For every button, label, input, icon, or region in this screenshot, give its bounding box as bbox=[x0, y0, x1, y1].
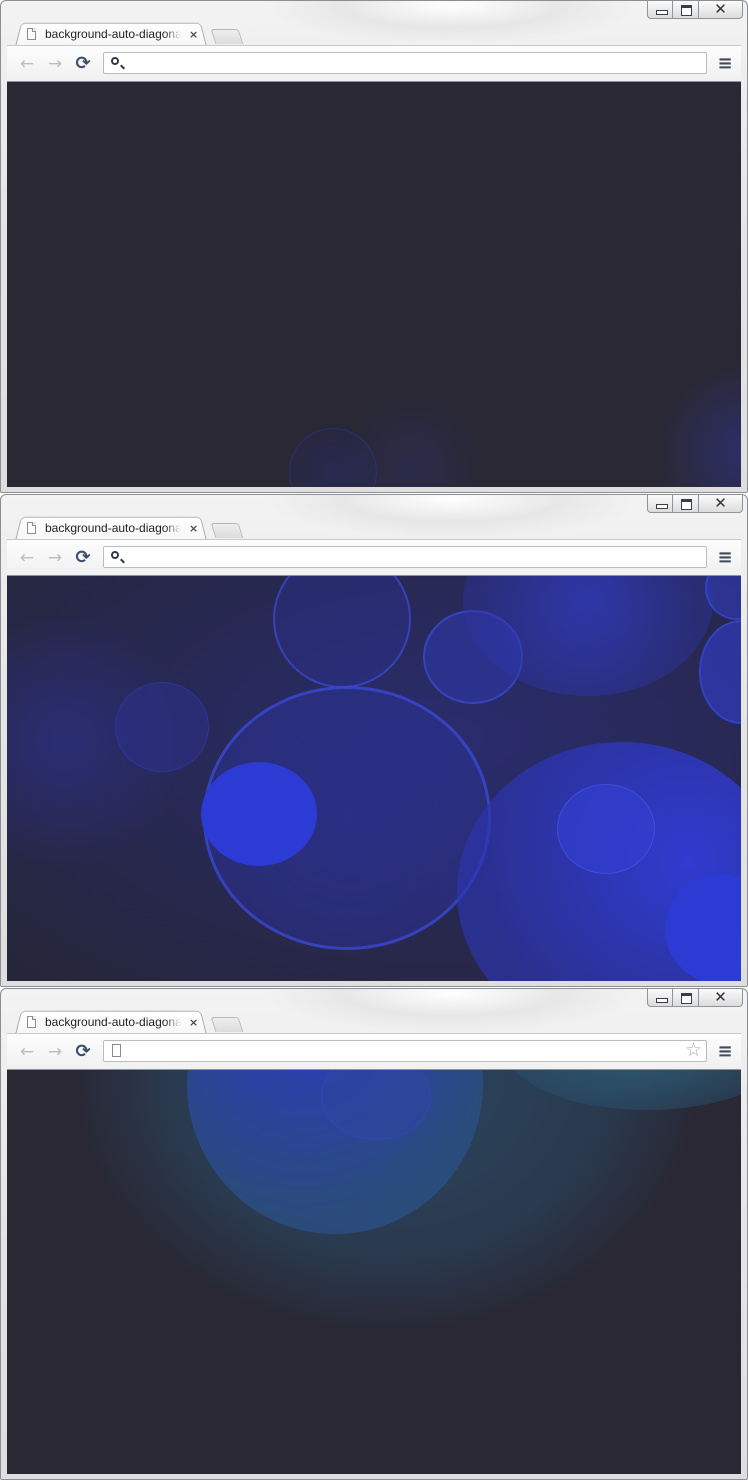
tab-content: background-auto-diagonal × bbox=[23, 1011, 209, 1033]
new-tab-button[interactable] bbox=[210, 523, 244, 538]
maximize-icon bbox=[681, 5, 692, 16]
search-icon bbox=[111, 551, 119, 559]
page-viewport bbox=[7, 1069, 741, 1474]
new-tab-button[interactable] bbox=[210, 29, 244, 44]
close-window-button[interactable]: ✕ bbox=[699, 989, 743, 1007]
browser-window-1: ✕ background-auto-diagonal × ← → ⟳ ≡ bbox=[0, 0, 748, 493]
omnibox[interactable] bbox=[103, 546, 707, 568]
address-input[interactable] bbox=[128, 55, 678, 71]
bokeh-circle bbox=[273, 576, 411, 688]
minimize-icon bbox=[656, 998, 668, 1003]
menu-button[interactable]: ≡ bbox=[713, 52, 737, 76]
browser-window-3: ✕ background-auto-diagonal × ← → ⟳ ☆ ≡ bbox=[0, 988, 748, 1480]
new-tab-button[interactable] bbox=[210, 1017, 244, 1032]
back-button[interactable]: ← bbox=[15, 52, 39, 76]
address-input[interactable] bbox=[128, 549, 678, 565]
caption-buttons: ✕ bbox=[647, 989, 743, 1009]
omnibox[interactable] bbox=[103, 52, 707, 74]
tab-close-button[interactable]: × bbox=[189, 522, 198, 535]
bokeh-circle bbox=[557, 784, 655, 874]
bokeh-circle bbox=[115, 682, 209, 772]
back-button[interactable]: ← bbox=[15, 1040, 39, 1064]
close-icon: ✕ bbox=[714, 988, 727, 1006]
tab-content: background-auto-diagonal × bbox=[23, 517, 209, 539]
tab-close-button[interactable]: × bbox=[189, 1016, 198, 1029]
close-window-button[interactable]: ✕ bbox=[699, 495, 743, 513]
forward-button[interactable]: → bbox=[43, 546, 67, 570]
forward-button[interactable]: → bbox=[43, 1040, 67, 1064]
tab-content: background-auto-diagonal × bbox=[23, 23, 209, 45]
maximize-button[interactable] bbox=[673, 1, 699, 19]
toolbar: ← → ⟳ ≡ bbox=[7, 45, 741, 82]
minimize-button[interactable] bbox=[647, 1, 673, 19]
reload-button[interactable]: ⟳ bbox=[71, 546, 95, 570]
maximize-button[interactable] bbox=[673, 989, 699, 1007]
maximize-button[interactable] bbox=[673, 495, 699, 513]
address-input[interactable] bbox=[128, 1043, 678, 1059]
tab-title: background-auto-diagonal bbox=[45, 27, 181, 41]
maximize-icon bbox=[681, 499, 692, 510]
toolbar: ← → ⟳ ≡ bbox=[7, 539, 741, 576]
back-button[interactable]: ← bbox=[15, 546, 39, 570]
tab-title: background-auto-diagonal bbox=[45, 1015, 181, 1029]
bookmark-star-icon[interactable]: ☆ bbox=[685, 1039, 702, 1061]
minimize-icon bbox=[656, 504, 668, 509]
menu-button[interactable]: ≡ bbox=[713, 1040, 737, 1064]
close-window-button[interactable]: ✕ bbox=[699, 1, 743, 19]
browser-window-2: ✕ background-auto-diagonal × ← → ⟳ ≡ bbox=[0, 494, 748, 987]
minimize-icon bbox=[656, 10, 668, 15]
menu-button[interactable]: ≡ bbox=[713, 546, 737, 570]
bokeh-glow bbox=[647, 352, 741, 487]
maximize-icon bbox=[681, 993, 692, 1004]
bokeh-circle bbox=[201, 762, 317, 866]
page-viewport bbox=[7, 575, 741, 981]
caption-buttons: ✕ bbox=[647, 1, 743, 21]
bokeh-glow bbox=[337, 392, 487, 487]
reload-button[interactable]: ⟳ bbox=[71, 52, 95, 76]
page-icon bbox=[27, 28, 36, 40]
reload-button[interactable]: ⟳ bbox=[71, 1040, 95, 1064]
caption-buttons: ✕ bbox=[647, 495, 743, 515]
toolbar: ← → ⟳ ☆ ≡ bbox=[7, 1033, 741, 1070]
page-viewport bbox=[7, 81, 741, 487]
minimize-button[interactable] bbox=[647, 495, 673, 513]
close-icon: ✕ bbox=[714, 494, 727, 512]
page-icon bbox=[112, 1044, 121, 1057]
omnibox[interactable]: ☆ bbox=[103, 1039, 707, 1062]
bokeh-circle bbox=[699, 620, 741, 724]
tab-close-button[interactable]: × bbox=[189, 28, 198, 41]
search-icon bbox=[111, 57, 119, 65]
page-icon bbox=[27, 1016, 36, 1028]
forward-button[interactable]: → bbox=[43, 52, 67, 76]
close-icon: ✕ bbox=[714, 0, 727, 18]
minimize-button[interactable] bbox=[647, 989, 673, 1007]
tab-title: background-auto-diagonal bbox=[45, 521, 181, 535]
page-icon bbox=[27, 522, 36, 534]
